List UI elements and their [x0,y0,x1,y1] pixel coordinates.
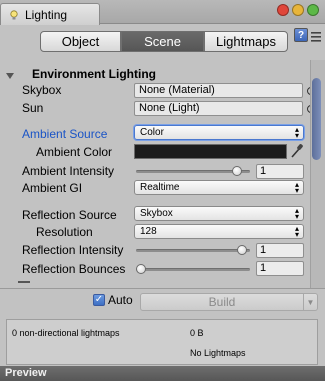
ambient-source-value: Color [140,127,164,138]
lightmap-stats-box [6,319,318,365]
ambient-intensity-label: Ambient Intensity [22,164,115,178]
preview-panel-header[interactable]: Preview [0,366,325,381]
resolution-dropdown[interactable]: 128 ▴ ▾ [134,224,304,239]
reflection-intensity-slider-track[interactable] [136,249,250,252]
reflection-bounces-input[interactable]: 1 [256,261,304,276]
tab-object-label: Object [61,34,100,49]
ambient-gi-dropdown[interactable]: Realtime ▴ ▾ [134,180,304,195]
no-lightmaps-text: No Lightmaps [190,348,246,358]
dropdown-arrows-icon: ▴ ▾ [294,180,299,195]
build-button-label: Build [208,295,236,309]
resolution-value: 128 [140,226,157,237]
skybox-label: Skybox [22,83,62,97]
tab-scene-label: Scene [144,34,181,49]
dropdown-arrows-icon: ▴ ▾ [294,206,299,221]
ambient-intensity-input[interactable]: 1 [256,164,304,179]
tab-object[interactable]: Object [40,31,121,52]
build-area-divider [0,288,325,289]
sun-field[interactable]: None (Light) [134,101,303,116]
reflection-source-dropdown[interactable]: Skybox ▴ ▾ [134,206,304,221]
reflection-bounces-label: Reflection Bounces [22,262,126,276]
reflection-intensity-label: Reflection Intensity [22,243,124,257]
reflection-source-label: Reflection Source [22,208,117,222]
lightbulb-icon [7,8,21,22]
reflection-intensity-slider-thumb[interactable] [236,245,247,255]
ambient-gi-label: Ambient GI [22,181,83,195]
chevron-down-icon: ▼ [306,297,315,307]
lightmaps-size-text: 0 B [190,328,204,338]
minimize-window-button[interactable] [292,4,304,16]
lightmaps-count-text: 0 non-directional lightmaps [12,328,120,338]
dropdown-arrows-icon: ▴ ▾ [294,125,299,140]
close-window-button[interactable] [277,4,289,16]
maximize-window-button[interactable] [307,4,319,16]
build-options-dropdown[interactable]: ▼ [304,293,318,311]
sun-label: Sun [22,101,44,115]
reflection-intensity-input[interactable]: 1 [256,243,304,258]
auto-build-label: Auto [108,293,133,307]
preview-label: Preview [5,367,47,379]
environment-lighting-header: Environment Lighting [32,67,156,81]
window-tab-title: Lighting [25,7,68,22]
reflection-source-value: Skybox [140,208,173,219]
ambient-gi-value: Realtime [140,182,180,193]
settings-menu-icon[interactable] [310,30,322,44]
lighting-window-tab[interactable]: Lighting [0,3,100,25]
ambient-color-label: Ambient Color [36,145,113,159]
reflection-bounces-slider-thumb[interactable] [136,264,146,274]
ambient-source-dropdown[interactable]: Color ▴ ▾ [134,125,304,140]
build-button[interactable]: Build [140,293,304,311]
inspector-scrollbar-thumb[interactable] [312,78,321,160]
tab-lightmaps[interactable]: Lightmaps [204,31,288,52]
dropdown-arrows-icon: ▴ ▾ [294,224,299,239]
section-collapse-icon[interactable] [6,71,14,83]
skybox-field[interactable]: None (Material) [134,83,303,98]
resolution-label: Resolution [36,225,93,239]
tab-scene[interactable]: Scene [121,31,204,52]
eyedropper-icon[interactable] [290,143,304,159]
reflection-bounces-slider-track[interactable] [136,268,250,271]
help-icon[interactable]: ? [294,28,308,42]
auto-build-checkbox[interactable]: ✓ [93,294,105,306]
tab-lightmaps-label: Lightmaps [216,34,276,49]
ambient-color-swatch[interactable] [134,144,287,159]
ambient-source-label: Ambient Source [22,127,108,141]
ambient-intensity-slider-thumb[interactable] [231,166,242,176]
next-section-foldout-icon[interactable] [18,281,30,283]
